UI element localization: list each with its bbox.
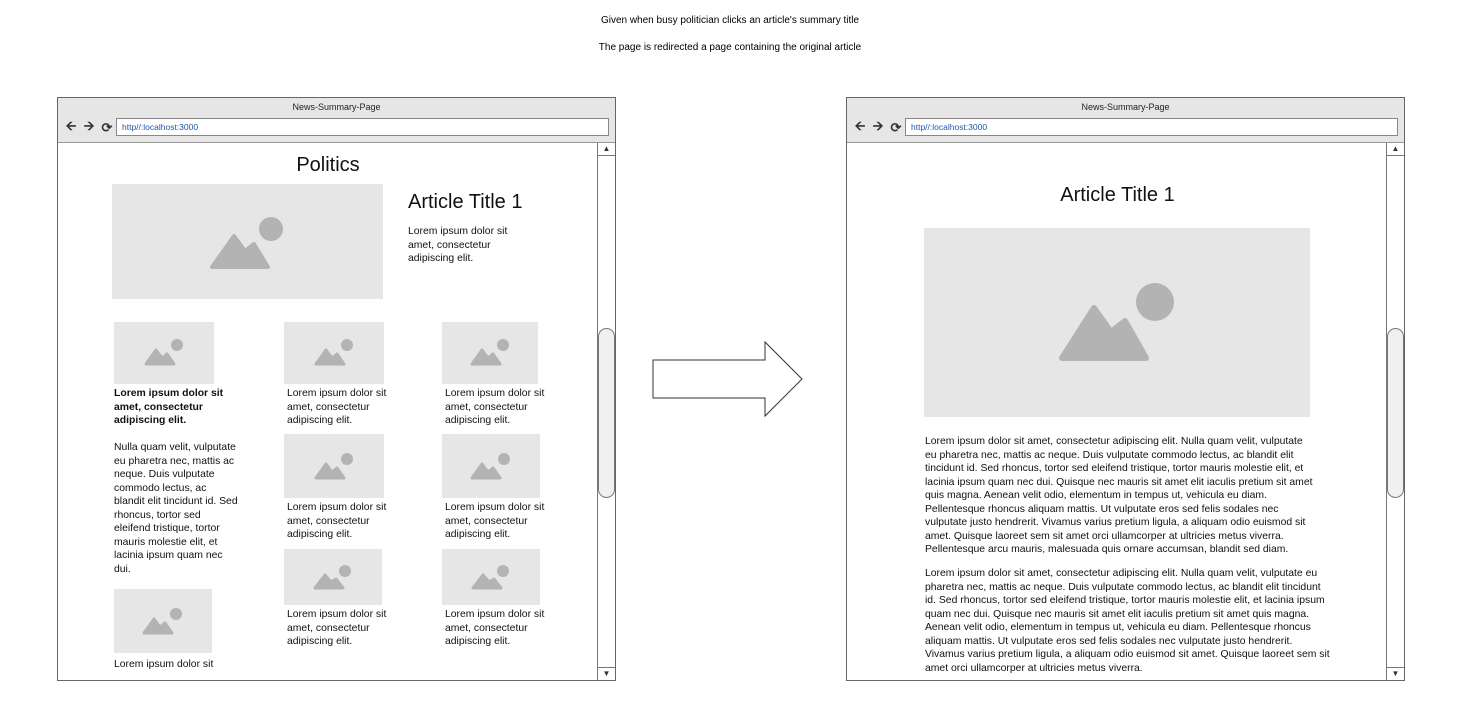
browser-chrome: News-Summary-Page 🡨 🡪 ⟳ http//:localhost… bbox=[58, 98, 615, 143]
article-paragraph-2: Lorem ipsum dolor sit amet, consectetur … bbox=[925, 568, 1330, 674]
image-placeholder-icon[interactable] bbox=[442, 322, 538, 384]
grid-item-summary[interactable]: Lorem ipsum dolor sit amet, consectetur … bbox=[287, 608, 395, 649]
featured-article-summary: Lorem ipsum dolor sit amet, consectetur … bbox=[408, 226, 508, 264]
featured-article-title[interactable]: Article Title 1 bbox=[408, 190, 558, 214]
summary-page-browser-window: News-Summary-Page 🡨 🡪 ⟳ http//:localhost… bbox=[57, 97, 616, 681]
grid-item-summary[interactable]: Lorem ipsum dolor sit amet, consectetur … bbox=[445, 501, 553, 542]
scroll-up-icon[interactable]: ▲ bbox=[1387, 143, 1404, 156]
image-placeholder-icon[interactable] bbox=[284, 322, 384, 384]
image-placeholder-icon[interactable] bbox=[924, 228, 1310, 417]
scroll-up-icon[interactable]: ▲ bbox=[598, 143, 615, 156]
image-placeholder-icon[interactable] bbox=[114, 589, 212, 653]
image-placeholder-icon[interactable] bbox=[284, 549, 382, 605]
nav-buttons: 🡨 🡪 ⟳ bbox=[852, 117, 904, 139]
scrollbar[interactable]: ▲ ▼ bbox=[1386, 143, 1404, 680]
image-placeholder-icon[interactable] bbox=[112, 184, 383, 299]
grid-item-summary[interactable]: Lorem ipsum dolor sit amet, consectetur … bbox=[287, 387, 395, 428]
col1-summary-title[interactable]: Lorem ipsum dolor sit amet, consectetur … bbox=[114, 387, 234, 428]
caption-line-2: The page is redirected a page containing… bbox=[598, 42, 862, 53]
reload-icon[interactable]: ⟳ bbox=[888, 120, 904, 136]
window-title: News-Summary-Page bbox=[1081, 102, 1170, 112]
arrow-right-icon[interactable]: 🡪 bbox=[81, 117, 97, 139]
caption-line-1: Given when busy politician clicks an art… bbox=[600, 15, 860, 26]
col1-summary-body: Nulla quam velit, vulputate eu pharetra … bbox=[114, 442, 238, 575]
image-placeholder-icon[interactable] bbox=[284, 434, 384, 498]
image-placeholder-icon[interactable] bbox=[114, 322, 214, 384]
right-arrow-icon bbox=[652, 340, 803, 418]
grid-item-summary[interactable]: Lorem ipsum dolor sit amet, consectetur … bbox=[445, 608, 553, 649]
reload-icon[interactable]: ⟳ bbox=[99, 120, 115, 136]
browser-chrome: News-Summary-Page 🡨 🡪 ⟳ http//:localhost… bbox=[847, 98, 1404, 143]
page-title: Politics bbox=[296, 154, 360, 176]
address-bar[interactable]: http//:localhost:3000 bbox=[905, 118, 1398, 136]
scrollbar[interactable]: ▲ ▼ bbox=[597, 143, 615, 680]
address-bar[interactable]: http//:localhost:3000 bbox=[116, 118, 609, 136]
scrollbar-thumb[interactable] bbox=[598, 328, 615, 498]
grid-item-summary[interactable]: Lorem ipsum dolor sit amet, consectetur … bbox=[287, 501, 395, 542]
article-title: Article Title 1 bbox=[1060, 184, 1175, 206]
scroll-down-icon[interactable]: ▼ bbox=[598, 667, 615, 680]
nav-buttons: 🡨 🡪 ⟳ bbox=[63, 117, 115, 139]
col1-bottom-summary[interactable]: Lorem ipsum dolor sit bbox=[114, 658, 234, 672]
arrow-right-icon[interactable]: 🡪 bbox=[870, 117, 886, 139]
scrollbar-thumb[interactable] bbox=[1387, 328, 1404, 498]
grid-item-summary[interactable]: Lorem ipsum dolor sit amet, consectetur … bbox=[445, 387, 553, 428]
image-placeholder-icon[interactable] bbox=[442, 549, 540, 605]
article-page-browser-window: News-Summary-Page 🡨 🡪 ⟳ http//:localhost… bbox=[846, 97, 1405, 681]
arrow-left-icon[interactable]: 🡨 bbox=[852, 117, 868, 139]
image-placeholder-icon[interactable] bbox=[442, 434, 540, 498]
window-title: News-Summary-Page bbox=[292, 102, 381, 112]
article-paragraph-1: Lorem ipsum dolor sit amet, consectetur … bbox=[925, 436, 1313, 555]
arrow-left-icon[interactable]: 🡨 bbox=[63, 117, 79, 139]
scroll-down-icon[interactable]: ▼ bbox=[1387, 667, 1404, 680]
